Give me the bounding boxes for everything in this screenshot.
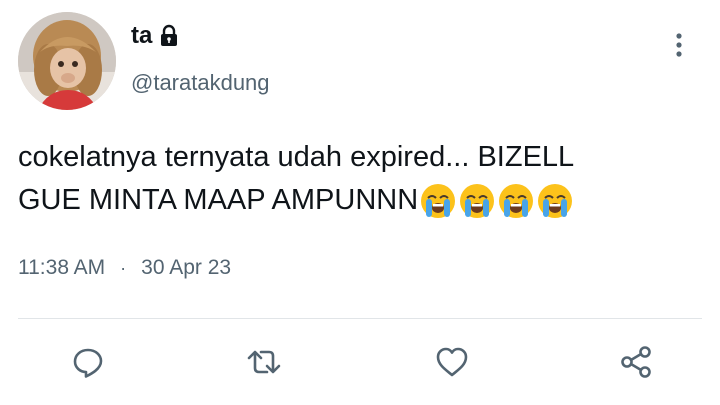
like-button[interactable] bbox=[430, 340, 474, 384]
tweet-text-line-2-row: GUE MINTA MAAP AMPUNNN bbox=[18, 179, 698, 222]
divider bbox=[18, 318, 702, 319]
tweet-text-line-1: cokelatnya ternyata udah expired... BIZE… bbox=[18, 141, 575, 173]
heart-icon bbox=[436, 347, 468, 377]
meta-separator: · bbox=[120, 257, 127, 278]
reply-button[interactable] bbox=[66, 340, 110, 384]
loudly-crying-face-icon bbox=[460, 183, 495, 218]
tweet-text-line-2: GUE MINTA MAAP AMPUNNN bbox=[18, 184, 419, 216]
loudly-crying-face-icon bbox=[421, 183, 456, 218]
more-vertical-icon bbox=[676, 33, 682, 57]
retweet-button[interactable] bbox=[242, 340, 286, 384]
tweet-time: 11:38 AM bbox=[18, 256, 106, 279]
avatar-image bbox=[18, 12, 116, 110]
emoji-group bbox=[420, 183, 573, 219]
more-options-button[interactable] bbox=[668, 30, 690, 60]
loudly-crying-face-icon bbox=[499, 183, 534, 218]
share-button[interactable] bbox=[614, 340, 658, 384]
user-handle[interactable]: @taratakdung bbox=[131, 70, 270, 96]
avatar[interactable] bbox=[18, 12, 116, 110]
user-name-row: ta bbox=[131, 22, 180, 50]
display-name[interactable]: ta bbox=[131, 22, 152, 50]
tweet-date: 30 Apr 23 bbox=[141, 256, 232, 279]
lock-icon bbox=[158, 24, 180, 48]
retweet-icon bbox=[247, 350, 281, 374]
tweet-card: ta @taratakdung cokelatnya ternyata udah… bbox=[0, 0, 720, 405]
loudly-crying-face-icon bbox=[538, 183, 573, 218]
tweet-actions bbox=[0, 340, 720, 386]
tweet-text: cokelatnya ternyata udah expired... BIZE… bbox=[18, 136, 698, 222]
tweet-timestamp[interactable]: 11:38 AM · 30 Apr 23 bbox=[18, 256, 231, 280]
reply-icon bbox=[73, 348, 103, 378]
share-icon bbox=[621, 346, 651, 378]
